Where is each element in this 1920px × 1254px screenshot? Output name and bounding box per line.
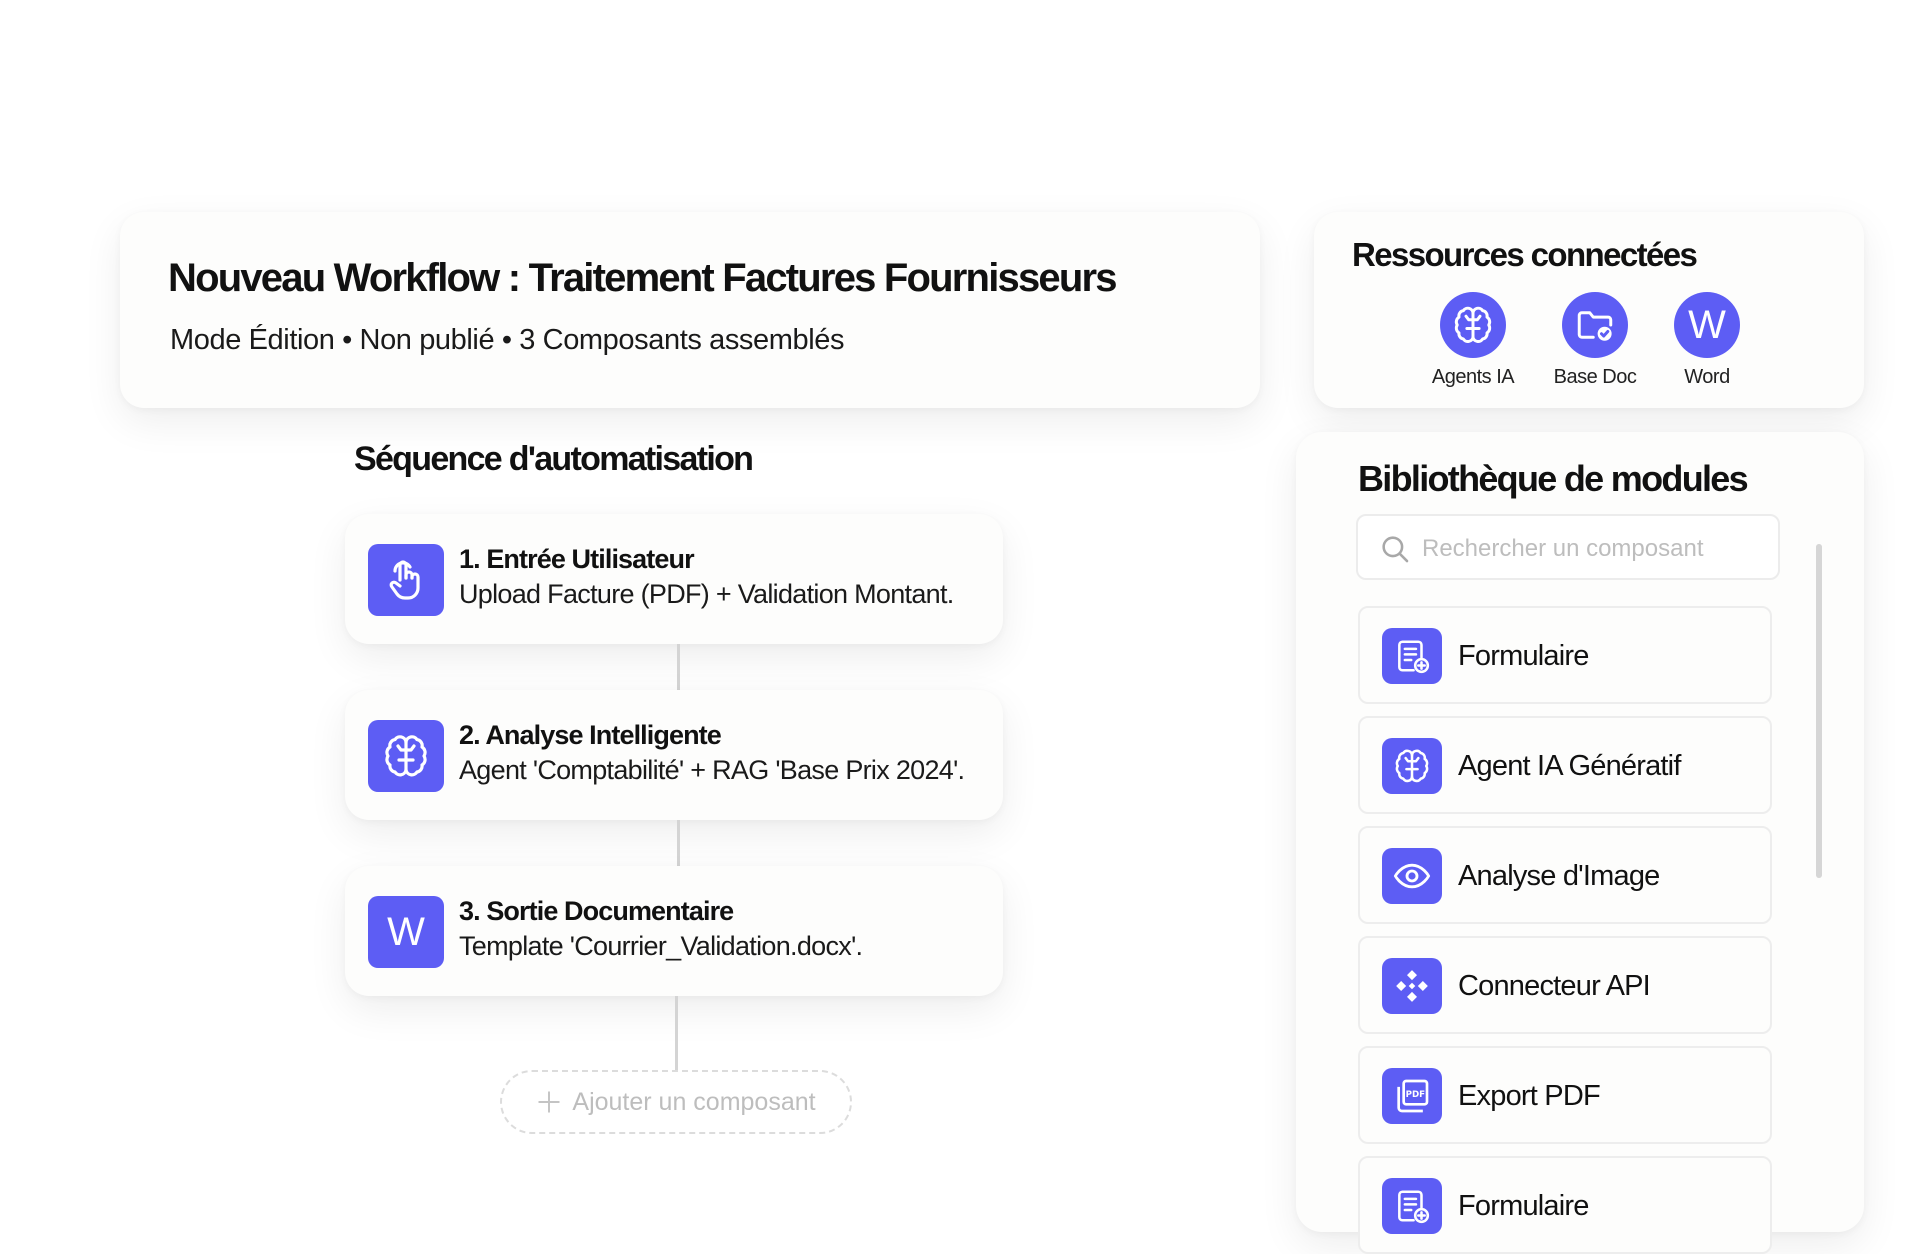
module-label: Connecteur API: [1458, 970, 1651, 1002]
module-label: Analyse d'Image: [1458, 860, 1660, 892]
pointer-hand-icon: [368, 544, 444, 616]
module-label: Formulaire: [1458, 640, 1589, 672]
module-export-pdf[interactable]: PDF Export PDF: [1358, 1046, 1772, 1144]
step-connector: [677, 644, 680, 690]
eye-icon: [1382, 848, 1442, 904]
step-connector: [677, 820, 680, 866]
form-add-icon: [1382, 628, 1442, 684]
module-connecteur-api[interactable]: Connecteur API: [1358, 936, 1772, 1034]
add-component-label: Ajouter un composant: [572, 1087, 816, 1116]
step-connector: [675, 996, 678, 1070]
resource-agents-ia[interactable]: Agents IA: [1418, 292, 1528, 389]
svg-text:PDF: PDF: [1406, 1090, 1426, 1100]
step-description: Agent 'Comptabilité' + RAG 'Base Prix 20…: [459, 755, 965, 785]
resource-label: Agents IA: [1431, 366, 1515, 388]
module-formulaire[interactable]: Formulaire: [1358, 1156, 1772, 1254]
workflow-status: Mode Édition • Non publié • 3 Composants…: [170, 324, 845, 356]
step-title: 2. Analyse Intelligente: [459, 720, 722, 750]
connected-resources-panel: Ressources connectées Agents IA Base Doc…: [1314, 212, 1864, 408]
workflow-header: Nouveau Workflow : Traitement Factures F…: [120, 212, 1260, 408]
scrollbar-thumb[interactable]: [1816, 544, 1822, 878]
module-label: Export PDF: [1458, 1080, 1601, 1112]
workflow-title: Nouveau Workflow : Traitement Factures F…: [168, 256, 1118, 300]
brain-icon: [1382, 738, 1442, 794]
resource-label: Base Doc: [1553, 366, 1637, 388]
module-library-panel: Bibliothèque de modules Formulaire: [1296, 432, 1864, 1254]
brain-icon: [368, 720, 444, 792]
module-label: Formulaire: [1458, 1190, 1589, 1222]
folder-check-icon: [1562, 292, 1628, 358]
module-formulaire[interactable]: Formulaire: [1358, 606, 1772, 704]
step-title: 1. Entrée Utilisateur: [459, 544, 695, 574]
workflow-step-3[interactable]: W 3. Sortie Documentaire Template 'Courr…: [345, 866, 1003, 996]
workflow-step-2[interactable]: 2. Analyse Intelligente Agent 'Comptabil…: [345, 690, 1003, 820]
step-description: Template 'Courrier_Validation.docx'.: [459, 931, 863, 961]
step-title: 3. Sortie Documentaire: [459, 896, 734, 926]
workflow-step-1[interactable]: 1. Entrée Utilisateur Upload Facture (PD…: [345, 514, 1003, 644]
word-icon: W: [368, 896, 444, 968]
resource-word[interactable]: W Word: [1652, 292, 1762, 389]
api-connector-icon: [1382, 958, 1442, 1014]
step-description: Upload Facture (PDF) + Validation Montan…: [459, 579, 954, 609]
word-glyph: W: [387, 910, 425, 954]
resource-label: Word: [1684, 366, 1730, 388]
form-add-icon: [1382, 1178, 1442, 1234]
resources-title: Ressources connectées: [1352, 236, 1698, 273]
module-label: Agent IA Génératif: [1458, 750, 1681, 782]
search-box[interactable]: [1356, 514, 1780, 580]
pdf-icon: PDF: [1382, 1068, 1442, 1124]
sequence-title: Séquence d'automatisation: [354, 440, 754, 478]
module-analyse-image[interactable]: Analyse d'Image: [1358, 826, 1772, 924]
module-agent-ia-generatif[interactable]: Agent IA Génératif: [1358, 716, 1772, 814]
plus-icon: [538, 1091, 561, 1113]
search-input[interactable]: [1420, 528, 1764, 570]
search-icon: [1382, 536, 1409, 563]
brain-icon: [1440, 292, 1506, 358]
add-component-button[interactable]: Ajouter un composant: [500, 1070, 852, 1134]
word-glyph: W: [1688, 303, 1726, 347]
resource-base-doc[interactable]: Base Doc: [1540, 292, 1650, 389]
word-icon: W: [1674, 292, 1740, 358]
scrollbar[interactable]: [1816, 544, 1822, 878]
library-title: Bibliothèque de modules: [1358, 458, 1749, 499]
